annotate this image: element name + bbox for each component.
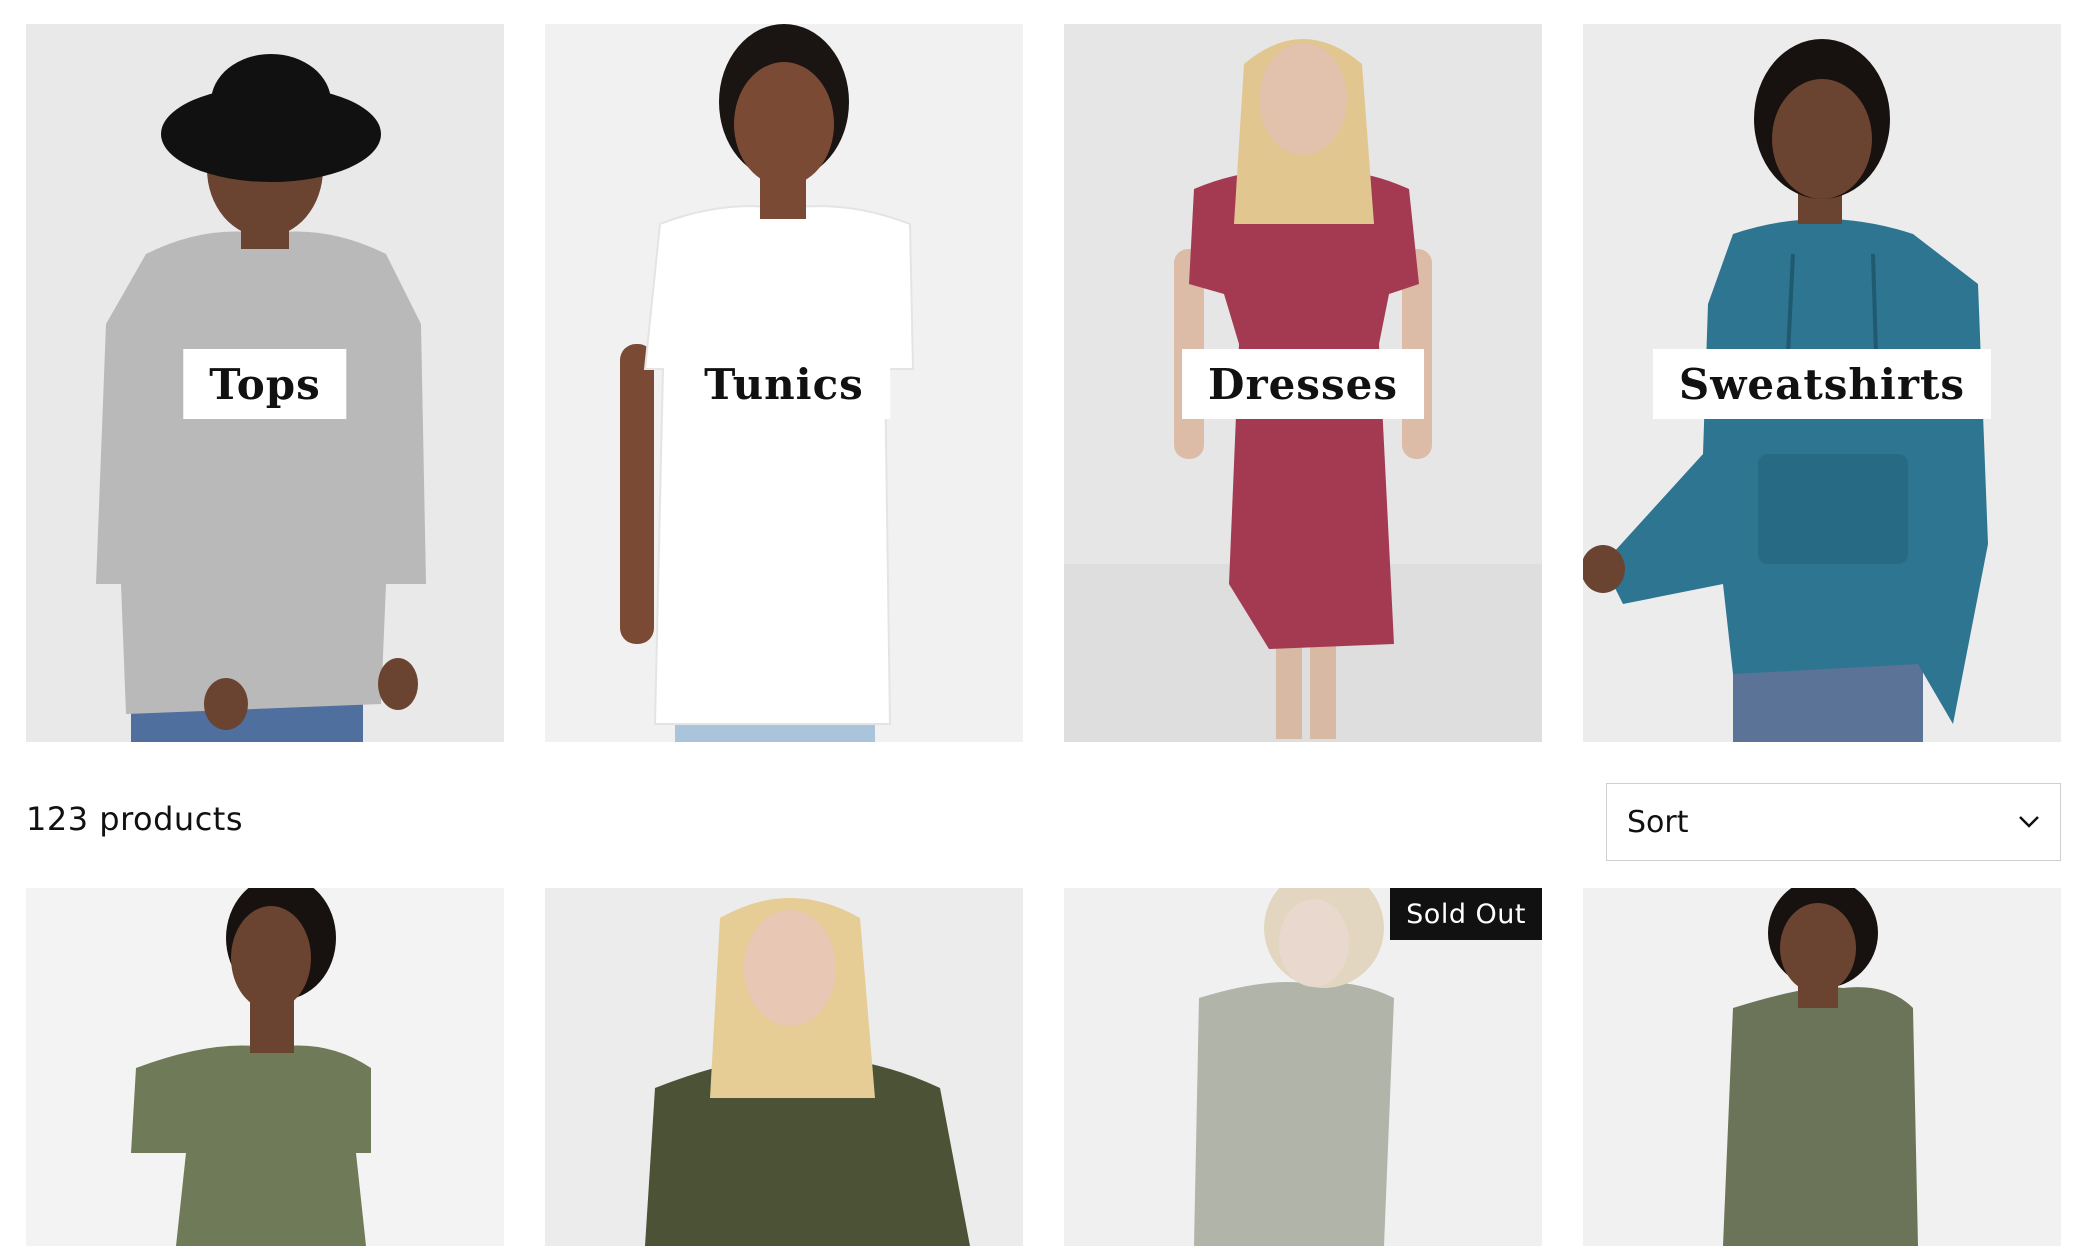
- product-image: [1064, 888, 1542, 1246]
- category-tile-tops[interactable]: Tops: [26, 24, 504, 742]
- product-card[interactable]: [1583, 888, 2061, 1246]
- chevron-down-icon: [2019, 816, 2039, 828]
- sort-select[interactable]: Sort: [1606, 783, 2061, 861]
- product-card[interactable]: [545, 888, 1023, 1246]
- category-label-sweatshirts: Sweatshirts: [1652, 349, 1992, 419]
- category-tile-dresses[interactable]: Dresses: [1064, 24, 1542, 742]
- product-card-sold-out[interactable]: Sold Out: [1064, 888, 1542, 1246]
- product-card[interactable]: [26, 888, 504, 1246]
- product-image: [545, 888, 1023, 1246]
- sort-label: Sort: [1627, 804, 1689, 840]
- sold-out-badge: Sold Out: [1390, 888, 1542, 940]
- collection-page: Tops Tunics Dresses Sweatshirts 123 prod…: [0, 0, 2092, 1246]
- category-tile-sweatshirts[interactable]: Sweatshirts: [1583, 24, 2061, 742]
- product-image: [26, 888, 504, 1246]
- product-count: 123 products: [26, 800, 243, 838]
- category-label-tops: Tops: [183, 349, 347, 419]
- product-grid: Sold Out: [26, 888, 2062, 1246]
- category-label-dresses: Dresses: [1182, 349, 1424, 419]
- category-grid: Tops Tunics Dresses Sweatshirts: [26, 24, 2062, 742]
- category-label-tunics: Tunics: [678, 349, 890, 419]
- category-tile-tunics[interactable]: Tunics: [545, 24, 1023, 742]
- product-image: [1583, 888, 2061, 1246]
